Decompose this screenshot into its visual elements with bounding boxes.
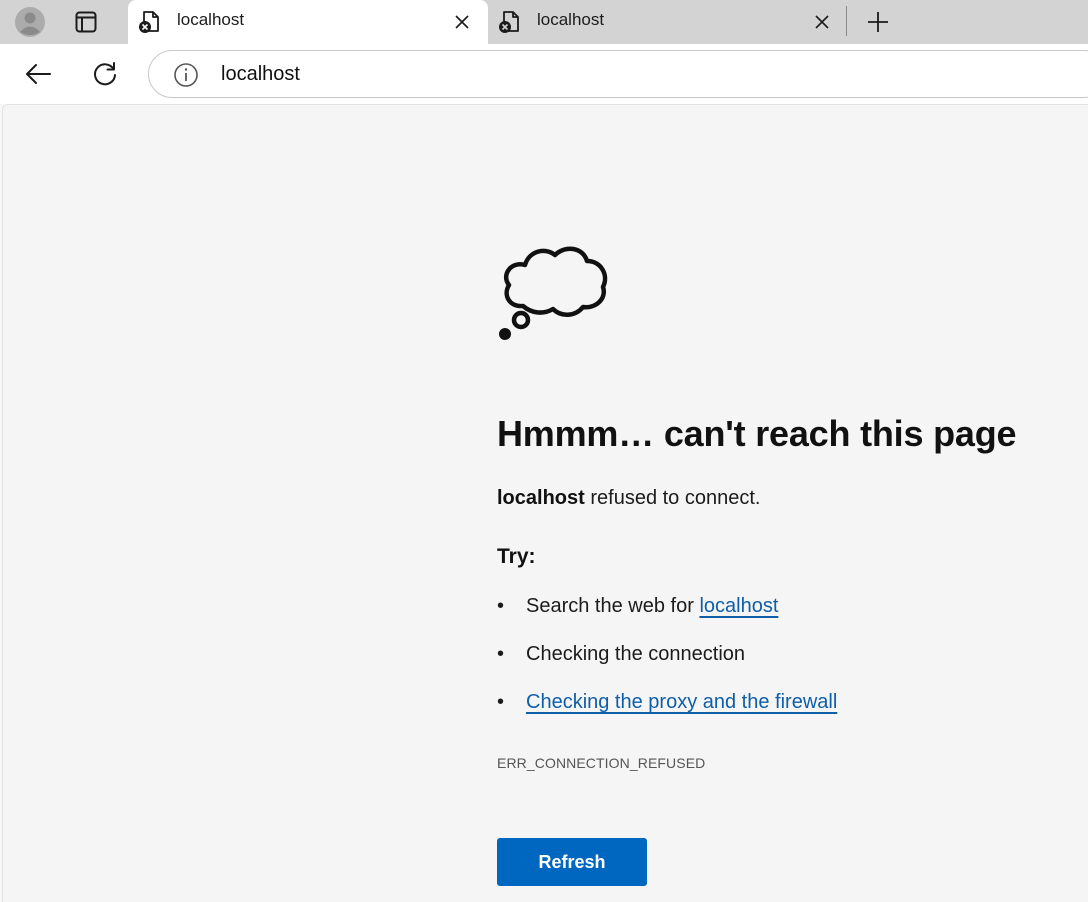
tab-title: localhost (537, 10, 605, 29)
bullet: • (497, 643, 505, 665)
tab-separator (846, 6, 847, 36)
tab-localhost-active[interactable]: localhost (128, 0, 488, 44)
search-localhost-link[interactable]: localhost (699, 595, 778, 617)
page-error-icon (138, 9, 162, 35)
suggestion-search-text: Search the web for (526, 595, 700, 617)
site-info-icon[interactable] (173, 62, 199, 88)
suggestion-connection: • Checking the connection (497, 643, 837, 691)
profile-avatar-icon (15, 7, 45, 37)
browser-toolbar: localhost (0, 44, 1088, 104)
page-error-icon (498, 9, 522, 35)
new-tab-button[interactable] (860, 4, 896, 40)
error-host: localhost (497, 487, 585, 509)
error-heading: Hmmm… can't reach this page (497, 413, 1017, 454)
error-description: localhost refused to connect. (497, 487, 760, 510)
proxy-firewall-link[interactable]: Checking the proxy and the firewall (526, 691, 837, 713)
bullet: • (497, 691, 505, 713)
refresh-button[interactable]: Refresh (497, 838, 647, 886)
tab-actions-icon (75, 11, 97, 33)
suggestion-connection-text: Checking the connection (526, 643, 746, 665)
close-tab-button[interactable] (810, 10, 834, 34)
back-button[interactable] (18, 56, 58, 92)
thought-cloud-icon (499, 246, 608, 340)
suggestion-search: • Search the web for localhost (497, 595, 837, 643)
address-url[interactable]: localhost (221, 63, 300, 86)
error-message: refused to connect. (590, 487, 761, 509)
bullet: • (497, 595, 505, 617)
plus-icon (868, 12, 888, 32)
tab-actions-button[interactable] (66, 4, 106, 40)
tab-title: localhost (177, 10, 245, 29)
page-content: Hmmm… can't reach this page localhost re… (2, 104, 1088, 902)
address-bar[interactable]: localhost (148, 50, 1088, 98)
tab-strip: localhost localhost (0, 0, 1088, 44)
tab-localhost[interactable]: localhost (488, 0, 848, 44)
suggestion-list: • Search the web for localhost • Checking … (497, 595, 837, 739)
try-label: Try: (497, 545, 536, 568)
reload-icon (94, 62, 116, 86)
close-tab-button[interactable] (450, 10, 474, 34)
close-icon (815, 15, 829, 29)
suggestion-proxy: • Checking the proxy and the firewall (497, 691, 837, 739)
profile-button[interactable] (10, 4, 50, 40)
close-icon (455, 15, 469, 29)
error-code: ERR_CONNECTION_REFUSED (497, 755, 706, 771)
reload-button[interactable] (85, 56, 125, 92)
back-arrow-icon (26, 64, 51, 84)
